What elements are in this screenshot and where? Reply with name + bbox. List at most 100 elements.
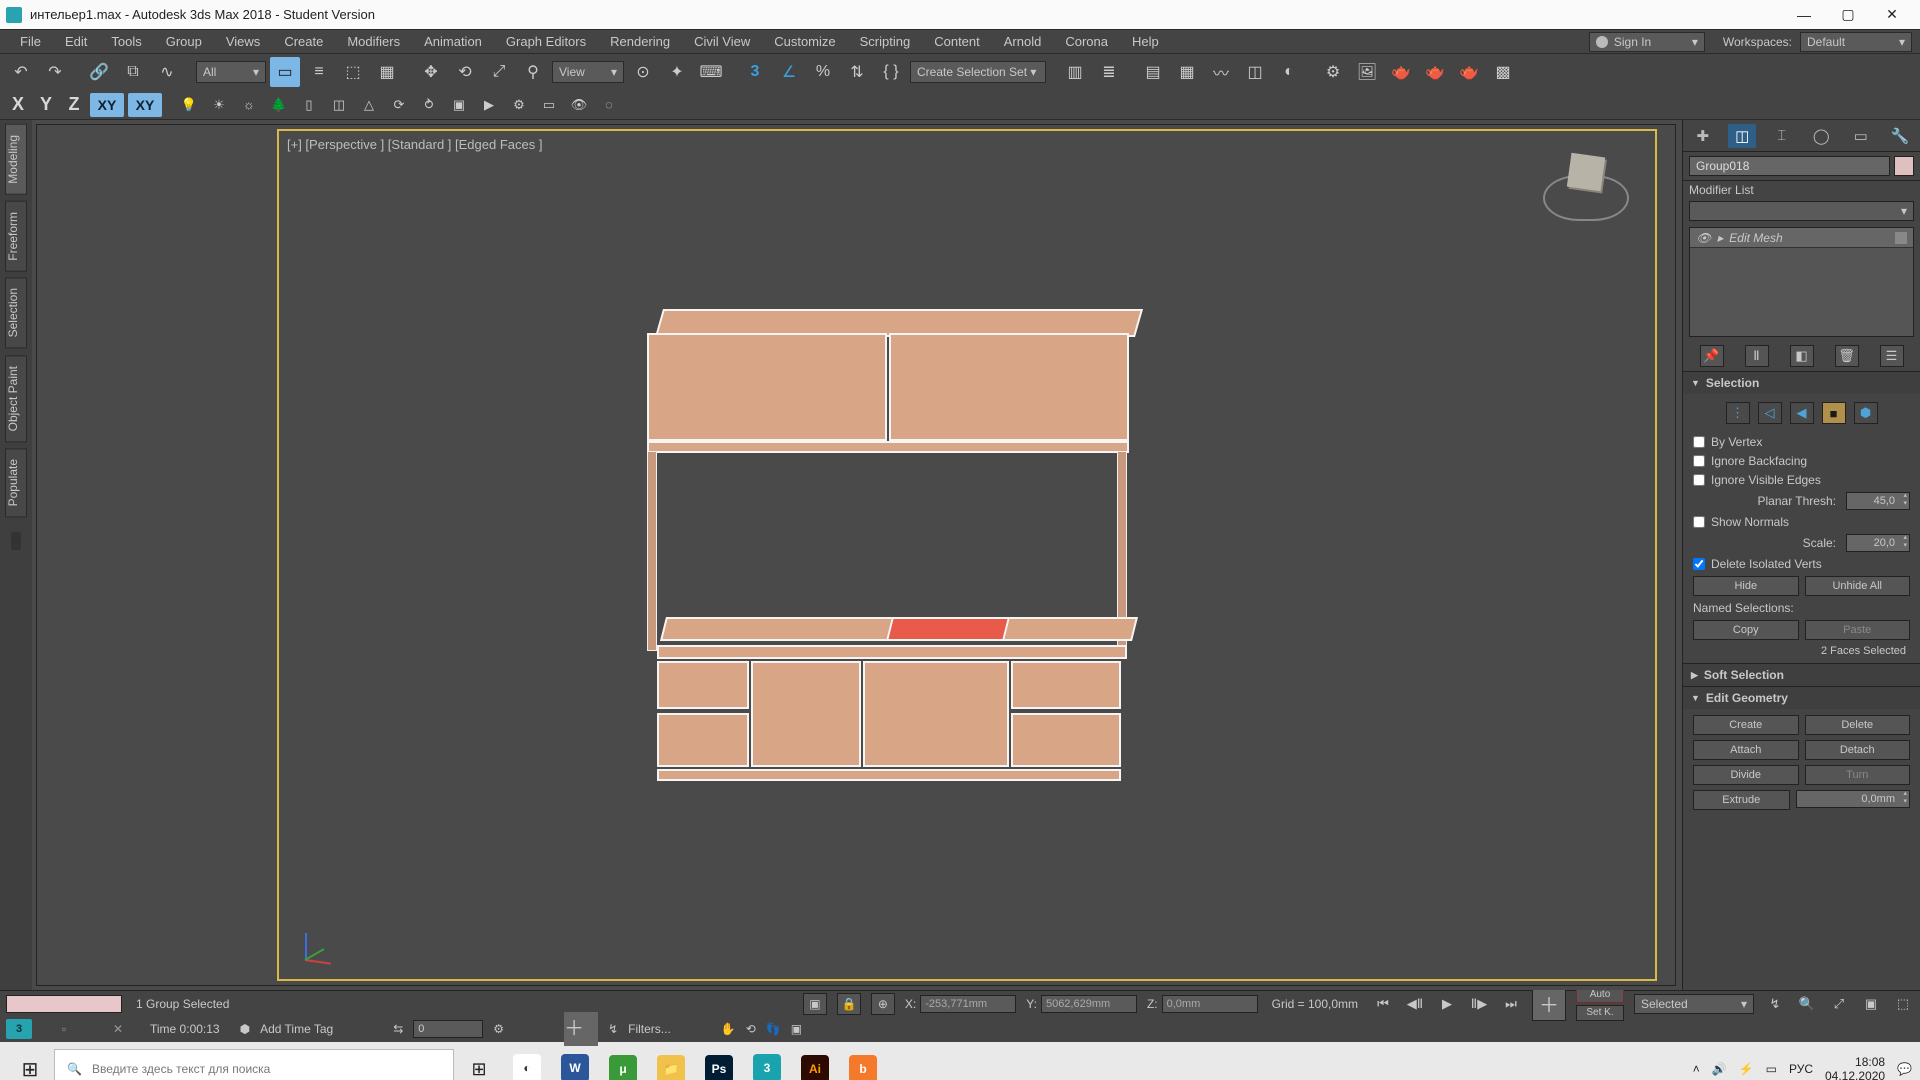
tab-close[interactable]: ✕ xyxy=(96,1022,140,1036)
menu-help[interactable]: Help xyxy=(1120,30,1171,53)
align-button[interactable]: ≣ xyxy=(1094,57,1124,87)
app-tab-3dsmax[interactable]: 3 xyxy=(6,1019,32,1039)
object-name-input[interactable] xyxy=(1689,156,1890,176)
play-icon[interactable]: ▶ xyxy=(1436,993,1458,1015)
menu-modifiers[interactable]: Modifiers xyxy=(335,30,412,53)
tray-volume-icon[interactable]: 🔊 xyxy=(1712,1062,1727,1076)
rotate-button[interactable]: ⟲ xyxy=(450,57,480,87)
tree-icon[interactable]: 🌲 xyxy=(266,92,292,118)
delete-button[interactable]: Delete xyxy=(1805,715,1911,735)
rollout-editgeo-header[interactable]: ▼Edit Geometry xyxy=(1683,687,1920,709)
taskbar-illustrator[interactable]: Ai xyxy=(792,1047,838,1080)
subobj-face[interactable]: ◀ xyxy=(1790,402,1814,424)
refresh-icon[interactable]: ⟳ xyxy=(386,92,412,118)
tab-hierarchy[interactable]: ⌶ xyxy=(1768,124,1796,148)
show-end-result-button[interactable]: Ⅱ xyxy=(1745,345,1769,367)
attach-button[interactable]: Attach xyxy=(1693,740,1799,760)
scale-button[interactable]: ⤢ xyxy=(484,57,514,87)
toggle-ribbon-button[interactable]: ▦ xyxy=(1172,57,1202,87)
axis-y[interactable]: Y xyxy=(34,94,58,115)
redo-button[interactable]: ↷ xyxy=(40,57,70,87)
zoom-extents-icon[interactable]: ▣ xyxy=(1860,993,1882,1015)
orbit-icon[interactable]: ⟲ xyxy=(746,1022,756,1036)
modifier-stack[interactable]: 👁 ▸ Edit Mesh xyxy=(1689,227,1914,337)
sun-icon[interactable]: ☀ xyxy=(206,92,232,118)
menu-tools[interactable]: Tools xyxy=(99,30,153,53)
model-furniture[interactable] xyxy=(639,301,1159,821)
tray-expand-icon[interactable]: ˄ xyxy=(1693,1062,1700,1076)
render-iterative-button[interactable]: 🫖 xyxy=(1420,57,1450,87)
create-button[interactable]: Create xyxy=(1693,715,1799,735)
named-selection-combo[interactable]: Create Selection Set ▾ xyxy=(910,61,1046,83)
task-view-icon[interactable]: ⊞ xyxy=(456,1047,502,1080)
light-icon[interactable]: 💡 xyxy=(176,92,202,118)
menu-group[interactable]: Group xyxy=(154,30,214,53)
axis-xy1[interactable]: XY xyxy=(90,93,124,117)
book-icon[interactable]: ▯ xyxy=(296,92,322,118)
workspaces-combo[interactable]: Default▾ xyxy=(1800,32,1912,52)
sidebar-handle[interactable] xyxy=(11,532,21,550)
extrude-button[interactable]: Extrude xyxy=(1693,790,1790,810)
layer-explorer-button[interactable]: ▤ xyxy=(1138,57,1168,87)
spinner-snap-button[interactable]: ⇅ xyxy=(842,57,872,87)
cycle-icon[interactable]: ⥁ xyxy=(416,92,442,118)
viewcube[interactable] xyxy=(1543,149,1629,235)
tray-network-icon[interactable]: ⚡ xyxy=(1739,1062,1754,1076)
selection-filter-combo[interactable]: All▾ xyxy=(196,61,266,83)
coord-z-input[interactable] xyxy=(1162,995,1258,1013)
render-online-button[interactable]: ▩ xyxy=(1488,57,1518,87)
next-frame-icon[interactable]: Ⅱ▶ xyxy=(1468,993,1490,1015)
rollout-soft-header[interactable]: ▶Soft Selection xyxy=(1683,664,1920,686)
menu-corona[interactable]: Corona xyxy=(1053,30,1120,53)
current-frame-input[interactable] xyxy=(413,1020,483,1038)
percent-snap-button[interactable]: % xyxy=(808,57,838,87)
viewport-label[interactable]: [+] [Perspective ] [Standard ] [Edged Fa… xyxy=(287,137,542,152)
tab-motion[interactable]: ◯ xyxy=(1807,124,1835,148)
modifier-list-combo[interactable]: ▾ xyxy=(1689,201,1914,221)
placement-button[interactable]: ⚲ xyxy=(518,57,548,87)
tray-notifications-icon[interactable]: 💬 xyxy=(1897,1062,1912,1076)
taskbar-chrome[interactable]: ◐ xyxy=(504,1047,550,1080)
tab-modify[interactable]: ◫ xyxy=(1728,124,1756,148)
add-time-tag[interactable]: Add Time Tag xyxy=(260,1022,333,1036)
axis-x[interactable]: X xyxy=(6,94,30,115)
render-production-button[interactable]: 🫖 xyxy=(1386,57,1416,87)
menu-rendering[interactable]: Rendering xyxy=(598,30,682,53)
signin-button[interactable]: Sign In▾ xyxy=(1589,32,1705,52)
time-tag-icon[interactable]: ⬢ xyxy=(240,1022,250,1036)
menu-arnold[interactable]: Arnold xyxy=(992,30,1054,53)
rollout-selection-header[interactable]: ▼Selection xyxy=(1683,372,1920,394)
subobj-element[interactable]: ⬢ xyxy=(1854,402,1878,424)
extrude-spinner[interactable]: 0,0mm xyxy=(1796,790,1911,808)
sidetab-populate[interactable]: Populate xyxy=(5,448,27,517)
rendered-frame-button[interactable]: 🖼 xyxy=(1352,57,1382,87)
set-key-large-button[interactable]: ＋ xyxy=(1532,987,1566,1021)
tab-create[interactable]: ✚ xyxy=(1689,124,1717,148)
taskbar-photoshop[interactable]: Ps xyxy=(696,1047,742,1080)
rectangle-region-button[interactable]: ⬚ xyxy=(338,57,368,87)
key-mode-icon[interactable]: ↯ xyxy=(1764,993,1786,1015)
tab-utilities[interactable]: 🔧 xyxy=(1886,124,1914,148)
expand-icon[interactable]: ▸ xyxy=(1717,231,1723,245)
manipulate-button[interactable]: ✦ xyxy=(662,57,692,87)
unhide-all-button[interactable]: Unhide All xyxy=(1805,576,1911,596)
tab-display[interactable]: ▭ xyxy=(1847,124,1875,148)
chk-show-normals[interactable]: Show Normals xyxy=(1693,515,1910,529)
skylight-icon[interactable]: ☼ xyxy=(236,92,262,118)
frame-icon[interactable]: ▣ xyxy=(446,92,472,118)
sidetab-objectpaint[interactable]: Object Paint xyxy=(5,355,27,442)
flame-icon[interactable]: △ xyxy=(356,92,382,118)
snap-toggle-button[interactable]: 3 xyxy=(740,57,770,87)
menu-file[interactable]: File xyxy=(8,30,53,53)
edit-named-sel-button[interactable]: { } xyxy=(876,57,906,87)
gear-small-icon[interactable]: ⚙ xyxy=(506,92,532,118)
prev-frame-icon[interactable]: ◀Ⅱ xyxy=(1404,993,1426,1015)
tab-maximize[interactable]: ▫ xyxy=(42,1022,86,1036)
schematic-view-button[interactable]: ◫ xyxy=(1240,57,1270,87)
select-object-button[interactable]: ▭ xyxy=(270,57,300,87)
coord-y-input[interactable] xyxy=(1041,995,1137,1013)
eye-icon[interactable]: 👁 xyxy=(566,92,592,118)
paste-button[interactable]: Paste xyxy=(1805,620,1911,640)
scale-spinner[interactable]: 20,0 xyxy=(1846,534,1910,552)
menu-animation[interactable]: Animation xyxy=(412,30,494,53)
